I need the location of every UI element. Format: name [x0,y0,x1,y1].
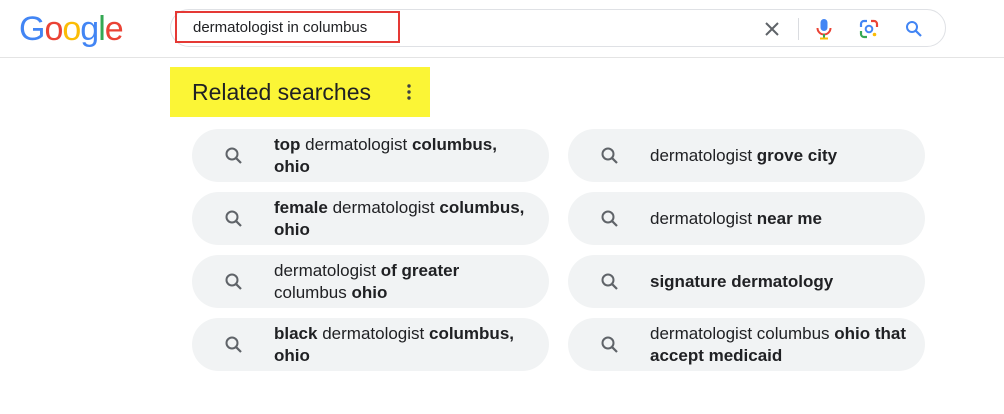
related-search-label: dermatologist grove city [650,145,912,167]
related-search-chip[interactable]: dermatologist grove city [568,129,925,182]
related-search-chip[interactable]: dermatologist near me [568,192,925,245]
search-button[interactable] [899,14,929,44]
related-search-chip[interactable]: female dermatologist columbus, ohio [192,192,549,245]
related-search-label: female dermatologist columbus, ohio [274,197,536,241]
related-search-label: dermatologist columbus ohio that accept … [650,323,912,367]
bold-term: grove city [756,145,838,165]
bold-term: black [274,323,318,343]
related-search-chip[interactable]: black dermatologist columbus, ohio [192,318,549,371]
search-icon [600,335,620,355]
related-search-label: dermatologist of greater columbus ohio [274,260,536,304]
bold-term: female [274,197,328,217]
more-options-button[interactable] [399,82,419,102]
search-icon [906,21,922,37]
plain-term: dermatologist [317,323,429,343]
search-icon [224,272,244,292]
lens-search-button[interactable] [854,14,884,44]
plain-term: dermatologist [327,197,440,217]
related-search-label: top dermatologist columbus, ohio [274,134,536,178]
related-searches-title: Related searches [192,79,371,105]
search-box[interactable]: dermatologist in columbus [170,9,946,47]
search-icon [600,209,620,229]
related-search-chip[interactable]: dermatologist of greater columbus ohio [192,255,549,308]
bold-term: top [274,134,301,154]
related-search-chip[interactable]: dermatologist columbus ohio that accept … [568,318,925,371]
related-search-label: signature dermatology [650,271,912,293]
search-icon [224,209,244,229]
google-lens-icon [859,19,879,39]
plain-term: dermatologist [274,260,381,280]
plain-term: dermatologist [650,208,757,228]
plain-term: dermatologist [650,145,757,165]
bold-term: of greater [380,260,460,280]
logo-letter: o [44,10,63,48]
logo-letter: e [104,10,124,48]
google-logo[interactable]: Google [19,10,124,49]
related-searches-header: Related searches [170,67,430,117]
plain-term: columbus [274,282,352,302]
logo-letter: G [19,10,45,48]
search-icon [224,335,244,355]
logo-letter: o [62,10,81,48]
related-search-label: dermatologist near me [650,208,912,230]
clear-button[interactable] [757,14,787,44]
bold-term: ohio [351,282,388,302]
voice-search-button[interactable] [809,14,839,44]
close-icon [765,22,779,36]
plain-term: dermatologist columbus [650,323,835,343]
microphone-icon [816,19,832,40]
header-bar: Google dermatologist in columbus [0,0,1004,58]
related-search-chip[interactable]: top dermatologist columbus, ohio [192,129,549,182]
logo-letter: g [80,10,99,48]
search-input[interactable]: dermatologist in columbus [193,19,367,36]
related-search-chip[interactable]: signature dermatology [568,255,925,308]
plain-term: dermatologist [300,134,412,154]
related-search-label: black dermatologist columbus, ohio [274,323,536,367]
more-vert-icon [407,84,411,100]
bold-term: signature dermatology [650,271,834,291]
bold-term: near me [756,208,822,228]
search-box-divider [798,18,799,40]
search-icon [600,272,620,292]
search-icon [600,146,620,166]
search-icon [224,146,244,166]
